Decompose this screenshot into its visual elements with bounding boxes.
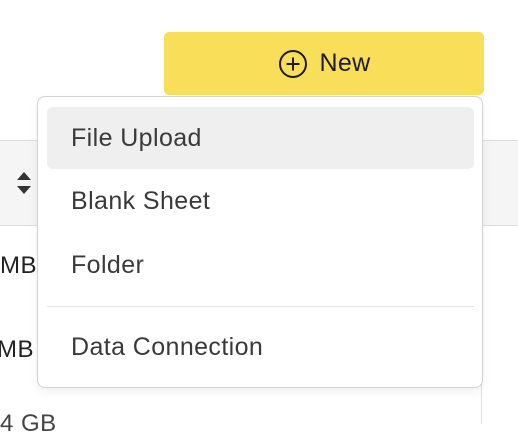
- new-button[interactable]: New: [164, 32, 484, 95]
- menu-item-label: Data Connection: [71, 332, 264, 361]
- plus-circle-icon: [278, 49, 307, 78]
- menu-item-file-upload[interactable]: File Upload: [47, 107, 474, 169]
- size-cell: 4 GB: [0, 410, 57, 437]
- size-cell: MB: [0, 252, 37, 279]
- menu-item-data-connection[interactable]: Data Connection: [47, 316, 474, 378]
- menu-item-label: Folder: [71, 250, 145, 279]
- size-cell: MB: [0, 336, 34, 363]
- menu-item-label: File Upload: [71, 123, 202, 152]
- new-button-label: New: [319, 49, 371, 77]
- menu-item-blank-sheet[interactable]: Blank Sheet: [47, 170, 474, 232]
- menu-item-label: Blank Sheet: [71, 186, 211, 215]
- new-dropdown-menu: File Upload Blank Sheet Folder Data Conn…: [37, 96, 483, 388]
- sort-icon[interactable]: [14, 169, 34, 197]
- menu-item-folder[interactable]: Folder: [47, 234, 474, 296]
- menu-divider: [47, 306, 474, 307]
